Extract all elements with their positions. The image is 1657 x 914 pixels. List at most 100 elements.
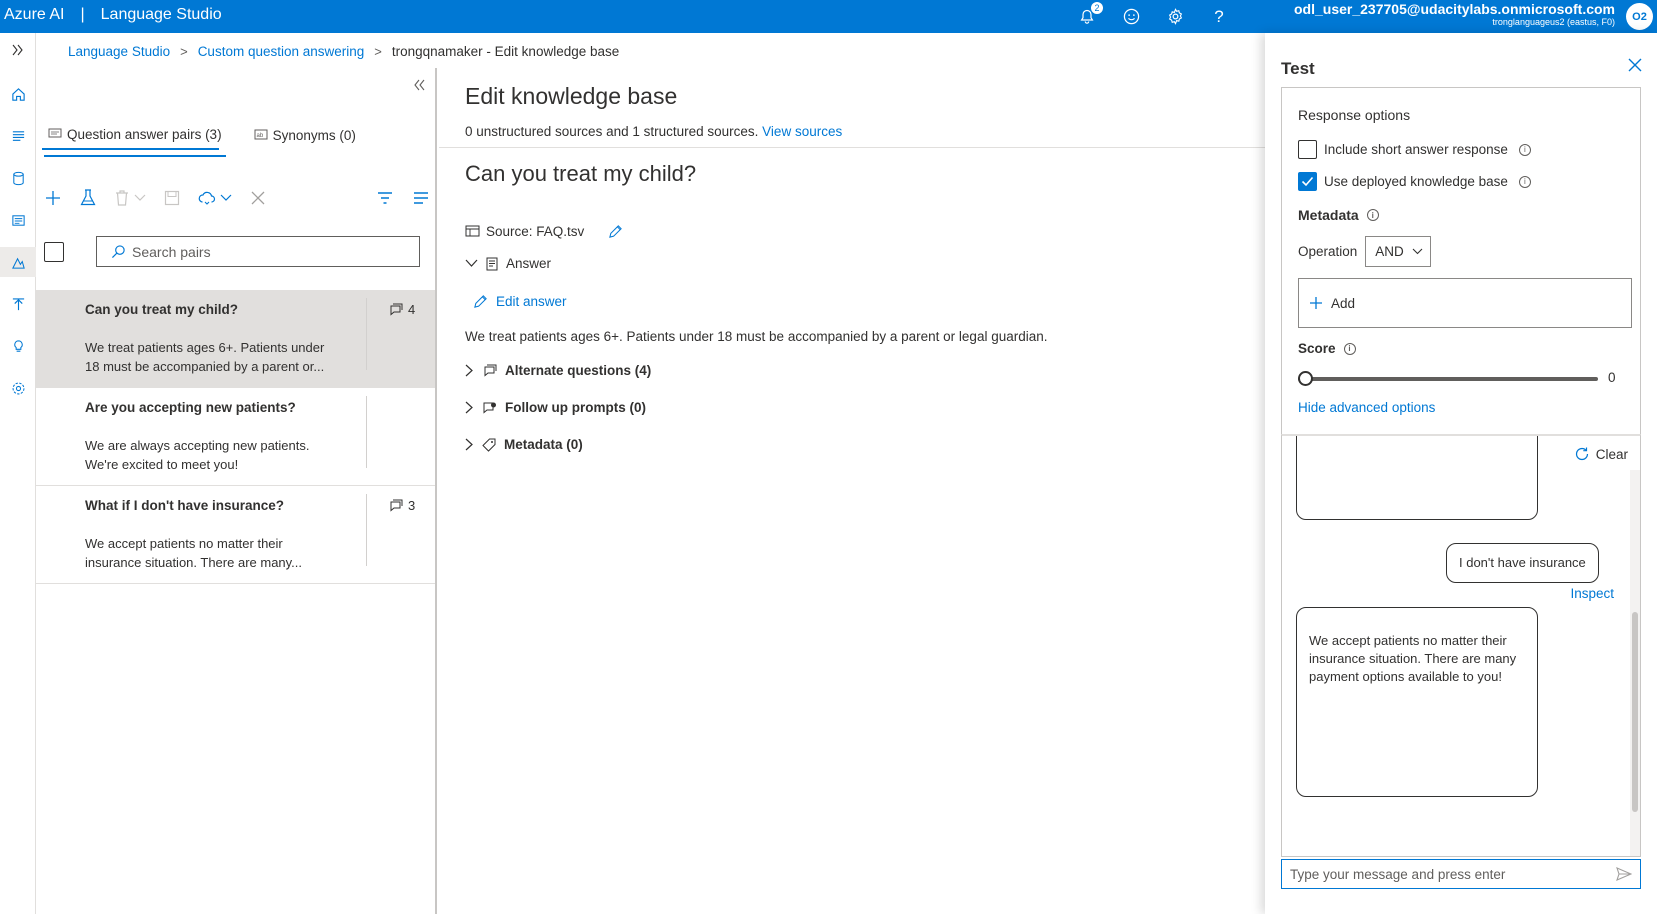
message-input[interactable]: Type your message and press enter [1281, 859, 1641, 889]
qa-question: Are you accepting new patients? [85, 400, 296, 415]
deploy-icon[interactable] [0, 289, 36, 319]
metadata-label: Metadata (0) [504, 437, 583, 452]
edit-pencil-icon [474, 295, 487, 308]
answer-label: Answer [506, 256, 552, 271]
settings-icon[interactable] [0, 373, 36, 403]
notification-count-badge: 2 [1091, 1, 1103, 14]
operation-select[interactable]: AND [1365, 236, 1432, 267]
home-icon[interactable] [0, 79, 36, 109]
list-item[interactable]: What if I don't have insurance? We accep… [36, 486, 435, 584]
info-icon[interactable]: i [1343, 342, 1356, 355]
add-pair-icon[interactable] [44, 189, 62, 207]
operation-row: Operation AND [1298, 236, 1432, 267]
test-flask-icon[interactable] [80, 189, 96, 207]
add-metadata-button[interactable]: Add [1298, 278, 1632, 328]
avatar[interactable]: O2 [1626, 3, 1653, 30]
sync-cloud-icon[interactable] [198, 190, 232, 206]
qa-answer-line: We treat patients ages 6+. Patients unde… [85, 340, 325, 355]
delete-trash-icon[interactable] [114, 189, 146, 207]
select-all-checkbox[interactable] [44, 241, 64, 262]
breadcrumb-language-studio[interactable]: Language Studio [68, 44, 170, 59]
follow-up-prompts-section[interactable]: Follow up prompts (0) [465, 400, 646, 415]
collapse-pane-icon[interactable] [413, 78, 425, 96]
discard-close-icon[interactable] [250, 190, 266, 206]
tab-label: Synonyms (0) [272, 127, 356, 143]
tab-question-answer-pairs[interactable]: Question answer pairs (3) [44, 121, 226, 157]
database-icon[interactable] [0, 163, 36, 193]
hide-advanced-options-link[interactable]: Hide advanced options [1298, 400, 1435, 415]
edit-answer-label: Edit answer [496, 294, 567, 309]
manage-sources-icon[interactable] [0, 121, 36, 151]
breadcrumb: Language Studio > Custom question answer… [68, 44, 619, 59]
clear-label: Clear [1595, 446, 1628, 462]
list-item[interactable]: Are you accepting new patients? We are a… [36, 388, 435, 486]
qa-pairs-icon [48, 128, 62, 138]
previous-bot-bubble [1296, 436, 1538, 520]
answer-section-header[interactable]: Answer [465, 256, 551, 271]
search-input[interactable]: Search pairs [96, 236, 420, 267]
expand-nav-icon[interactable] [0, 35, 36, 65]
lightbulb-icon[interactable] [0, 331, 36, 361]
chevron-right-icon [465, 401, 473, 414]
user-info[interactable]: odl_user_237705@udacitylabs.onmicrosoft.… [1294, 1, 1615, 27]
brand-language-studio[interactable]: Language Studio [101, 6, 222, 24]
info-icon[interactable]: i [1518, 175, 1531, 188]
inspect-link[interactable]: Inspect [1570, 586, 1614, 601]
tag-icon [482, 438, 496, 452]
chat-scrollbar[interactable] [1630, 470, 1640, 856]
save-icon[interactable] [164, 190, 180, 206]
svg-text:ab: ab [256, 133, 263, 139]
info-icon[interactable]: i [1366, 209, 1379, 221]
score-heading: Score i [1298, 341, 1356, 356]
divider [439, 147, 1265, 148]
edit-knowledge-base-icon[interactable] [0, 247, 36, 277]
view-sources-link[interactable]: View sources [762, 124, 842, 139]
edit-pencil-icon[interactable] [608, 224, 623, 239]
question-title: Can you treat my child? [465, 161, 697, 186]
short-answer-option[interactable]: Include short answer response i [1298, 140, 1531, 159]
close-icon[interactable] [1627, 57, 1643, 78]
list-item[interactable]: Can you treat my child? We treat patient… [36, 290, 435, 388]
count-value: 4 [408, 302, 416, 317]
refresh-icon [1575, 447, 1588, 461]
breadcrumb-chevron-icon: > [180, 44, 188, 59]
send-icon[interactable] [1616, 867, 1632, 881]
bot-reply-text: We accept patients no matter their insur… [1309, 633, 1517, 684]
metadata-section[interactable]: Metadata (0) [465, 437, 583, 452]
metadata-heading-label: Metadata [1298, 207, 1359, 223]
sort-list-icon[interactable] [413, 191, 429, 205]
qa-answer-preview: We accept patients no matter their insur… [85, 534, 345, 572]
plus-icon [1310, 297, 1322, 309]
qa-list-pane: Question answer pairs (3) ab Synonyms (0… [36, 68, 437, 914]
editor-pane: Edit knowledge base 0 unstructured sourc… [439, 68, 1265, 914]
operation-label: Operation [1298, 244, 1358, 259]
breadcrumb-custom-question-answering[interactable]: Custom question answering [198, 44, 365, 59]
alternate-questions-section[interactable]: Alternate questions (4) [465, 363, 651, 378]
short-answer-checkbox[interactable] [1298, 140, 1317, 159]
chat-bubble-icon [390, 499, 403, 512]
qa-answer-line: insurance situation. There are many... [85, 555, 303, 570]
info-icon[interactable]: i [1518, 143, 1531, 156]
source-label: Source: FAQ.tsv [486, 224, 585, 239]
tab-synonyms[interactable]: ab Synonyms (0) [254, 121, 356, 149]
edit-answer-button[interactable]: Edit answer [473, 294, 567, 309]
divider [366, 396, 367, 468]
help-icon[interactable]: ? [1208, 6, 1230, 28]
filter-icon[interactable] [377, 191, 393, 205]
clear-chat-button[interactable]: Clear [1574, 446, 1628, 462]
test-panel: Test Response options Include short answ… [1265, 33, 1657, 914]
use-deployed-checkbox[interactable] [1298, 172, 1317, 191]
feedback-smiley-icon[interactable] [1120, 6, 1142, 28]
notifications-icon[interactable]: 2 [1076, 1, 1103, 28]
user-email: odl_user_237705@udacitylabs.onmicrosoft.… [1294, 1, 1615, 17]
chat-scrollbar-thumb[interactable] [1632, 612, 1638, 812]
settings-gear-icon[interactable] [1164, 6, 1186, 28]
brand-azure-ai[interactable]: Azure AI [4, 6, 64, 24]
operation-value: AND [1375, 244, 1404, 259]
qa-list: Can you treat my child? We treat patient… [36, 290, 435, 584]
chevron-right-icon [465, 364, 473, 377]
score-slider-thumb[interactable] [1298, 371, 1313, 386]
score-slider[interactable] [1298, 371, 1598, 386]
use-deployed-option[interactable]: Use deployed knowledge base i [1298, 172, 1531, 191]
documents-icon[interactable] [0, 205, 36, 235]
